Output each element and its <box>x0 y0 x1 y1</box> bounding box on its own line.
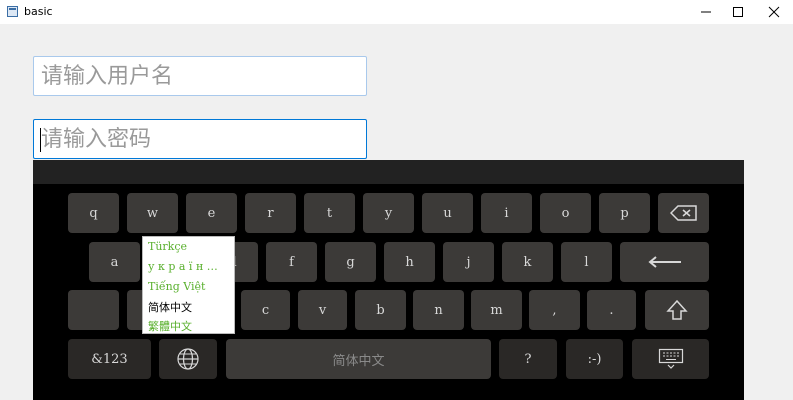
language-option-turkish[interactable]: Türkçe <box>148 240 187 253</box>
key-y[interactable]: y <box>363 193 414 233</box>
window-title: basic <box>24 5 53 18</box>
enter-icon <box>647 256 681 268</box>
enter-key[interactable] <box>620 242 709 282</box>
close-button[interactable] <box>757 0 791 24</box>
key-q[interactable]: q <box>68 193 119 233</box>
key-u[interactable]: u <box>422 193 473 233</box>
close-icon <box>768 6 780 18</box>
language-option-simplified-chinese[interactable]: 简体中文 <box>148 299 192 315</box>
minimize-icon <box>701 11 711 13</box>
hide-keyboard-key[interactable] <box>632 339 709 379</box>
key-l[interactable]: l <box>561 242 612 282</box>
key-p[interactable]: p <box>599 193 650 233</box>
shift-icon <box>666 299 688 320</box>
language-option-vietnamese[interactable]: Tiếng Việt <box>148 280 205 293</box>
key-a[interactable]: a <box>89 242 140 282</box>
key-g[interactable]: g <box>325 242 376 282</box>
key-b[interactable]: b <box>355 290 406 330</box>
key-h[interactable]: h <box>384 242 435 282</box>
key-c[interactable]: c <box>241 290 290 330</box>
question-key[interactable]: ? <box>499 339 557 379</box>
minimize-button[interactable] <box>689 0 723 24</box>
password-field[interactable] <box>33 119 367 159</box>
key-w[interactable]: w <box>127 193 178 233</box>
maximize-button[interactable] <box>721 0 755 24</box>
app-icon <box>7 6 18 17</box>
globe-icon <box>177 348 199 370</box>
key-period[interactable]: . <box>587 290 636 330</box>
key-comma[interactable]: , <box>529 290 580 330</box>
title-bar: basic <box>0 0 793 24</box>
language-key[interactable] <box>159 339 217 379</box>
hide-keyboard-icon <box>658 348 683 369</box>
backspace-icon <box>669 205 697 221</box>
text-caret <box>40 128 41 152</box>
smiley-key[interactable]: :-) <box>566 339 623 379</box>
key-m[interactable]: m <box>471 290 522 330</box>
key-n[interactable]: n <box>413 290 464 330</box>
backspace-key[interactable] <box>658 193 709 233</box>
key-o[interactable]: o <box>540 193 591 233</box>
key-r[interactable]: r <box>245 193 296 233</box>
symbols-mode-key[interactable]: &123 <box>68 339 151 379</box>
key-j[interactable]: j <box>443 242 494 282</box>
key-t[interactable]: t <box>304 193 355 233</box>
keyboard-top-bar <box>33 160 744 184</box>
key-e[interactable]: e <box>186 193 237 233</box>
key-v[interactable]: v <box>298 290 347 330</box>
username-field[interactable] <box>33 56 367 96</box>
key-i[interactable]: i <box>481 193 532 233</box>
username-input[interactable] <box>34 57 366 95</box>
space-key[interactable]: 简体中文 <box>226 339 491 379</box>
language-popup: Türkçe у к р а ї н … Tiếng Việt 简体中文 繁體中… <box>142 236 235 334</box>
shift-key[interactable] <box>645 290 709 330</box>
password-input[interactable] <box>34 120 366 158</box>
language-option-ukrainian[interactable]: у к р а ї н … <box>148 260 218 273</box>
maximize-icon <box>733 7 743 17</box>
language-option-traditional-chinese[interactable]: 繁體中文 <box>148 318 192 334</box>
key-f[interactable]: f <box>266 242 317 282</box>
key-k[interactable]: k <box>502 242 553 282</box>
shift-key-left[interactable] <box>68 290 119 330</box>
